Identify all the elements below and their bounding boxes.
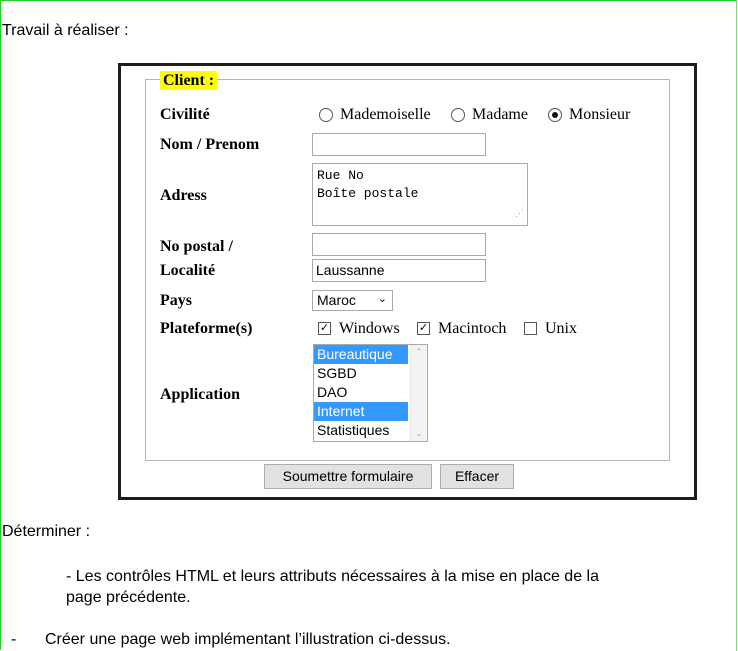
checkbox-windows[interactable]: ✓ — [318, 322, 331, 335]
no-postal-input[interactable] — [312, 233, 486, 256]
label-no-postal: No postal / — [160, 238, 233, 255]
instruction-2: Créer une page web implémentant l’illust… — [45, 631, 451, 648]
chevron-down-icon[interactable]: ⌄ — [411, 428, 427, 439]
page-right-edge — [736, 0, 737, 651]
adress-line-1: Rue No — [317, 168, 364, 183]
radio-monsieur[interactable] — [548, 108, 562, 122]
label-adress: Adress — [160, 187, 207, 204]
label-localite: Localité — [160, 262, 216, 279]
radio-madame[interactable] — [451, 108, 465, 122]
label-application: Application — [160, 386, 241, 403]
label-nom-prenom: Nom / Prenom — [160, 136, 260, 153]
checkbox-unix-label: Unix — [545, 320, 577, 337]
heading: Travail à réaliser : — [2, 22, 129, 39]
pays-select[interactable]: Maroc ⌄ — [312, 290, 393, 311]
instruction-1-line-1: - Les contrôles HTML et leurs attributs … — [66, 568, 599, 585]
adress-line-2: Boîte postale — [317, 186, 419, 201]
label-plateformes: Plateforme(s) — [160, 320, 253, 337]
chevron-down-icon: ⌄ — [377, 293, 387, 305]
application-listbox[interactable]: Bureautique SGBD DAO Internet Statistiqu… — [313, 344, 428, 442]
resize-grip-icon[interactable]: ⋰ — [515, 205, 524, 223]
listbox-scrollbar[interactable]: ⌃ ⌄ — [410, 345, 427, 441]
determiner-heading: Déterminer : — [2, 523, 91, 540]
checkbox-macintoch-label: Macintoch — [438, 320, 507, 337]
list-item[interactable]: DAO — [314, 383, 408, 402]
radio-madame-label: Madame — [472, 106, 528, 123]
radio-monsieur-label: Monsieur — [569, 106, 631, 123]
instruction-1-line-2: page précédente. — [66, 589, 191, 606]
instruction-2-dash: - — [11, 631, 17, 648]
reset-button[interactable]: Effacer — [440, 464, 514, 489]
checkbox-macintoch[interactable]: ✓ — [417, 322, 430, 335]
localite-input[interactable]: Laussanne — [312, 259, 486, 282]
checkbox-unix[interactable] — [524, 322, 537, 335]
nom-prenom-input[interactable] — [312, 133, 486, 156]
label-civilite: Civilité — [160, 106, 210, 123]
list-item[interactable]: Statistiques — [314, 421, 408, 440]
radio-mademoiselle-label: Mademoiselle — [340, 106, 431, 123]
chevron-up-icon[interactable]: ⌃ — [411, 347, 427, 358]
list-item[interactable]: SGBD — [314, 364, 408, 383]
form-illustration: Client : Civilité Mademoiselle Madame Mo… — [118, 63, 697, 500]
label-pays: Pays — [160, 292, 192, 309]
submit-button[interactable]: Soumettre formulaire — [264, 464, 432, 489]
fieldset-legend: Client : — [160, 71, 218, 90]
list-item[interactable]: Bureautique — [314, 345, 408, 364]
checkbox-windows-label: Windows — [339, 320, 400, 337]
list-item[interactable]: Internet — [314, 402, 408, 421]
pays-selected-value: Maroc — [317, 292, 356, 308]
adress-textarea[interactable]: Rue No Boîte postale ⋰ — [312, 163, 528, 226]
radio-mademoiselle[interactable] — [319, 108, 333, 122]
